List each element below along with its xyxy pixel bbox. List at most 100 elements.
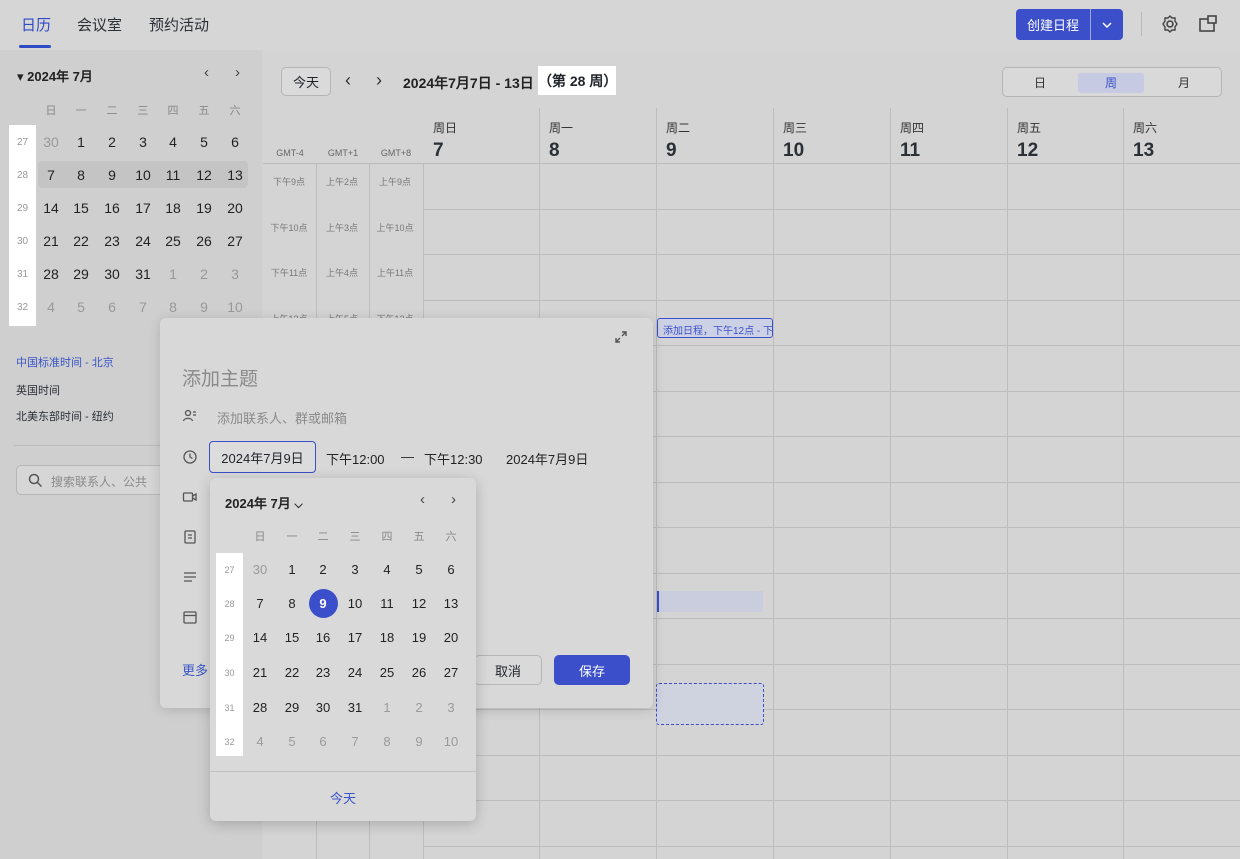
- day-header-number[interactable]: 7: [433, 140, 444, 162]
- cancel-button[interactable]: 取消: [474, 655, 542, 685]
- prev-week-icon[interactable]: ‹: [345, 70, 351, 91]
- mini-day-cell[interactable]: 2: [97, 134, 127, 150]
- picker-day-cell[interactable]: 12: [404, 596, 434, 611]
- mini-next-month-icon[interactable]: ›: [235, 64, 240, 81]
- picker-day-cell[interactable]: 1: [372, 700, 402, 715]
- picker-next-month-icon[interactable]: ›: [451, 491, 456, 508]
- picker-day-cell[interactable]: 18: [372, 630, 402, 645]
- event-block[interactable]: [657, 591, 763, 612]
- day-header-number[interactable]: 8: [549, 140, 560, 162]
- picker-day-cell[interactable]: 26: [404, 665, 434, 680]
- picker-day-cell[interactable]: 2: [404, 700, 434, 715]
- picker-day-cell[interactable]: 3: [436, 700, 466, 715]
- mini-day-cell[interactable]: 1: [66, 134, 96, 150]
- view-day-button[interactable]: 日: [1007, 73, 1073, 93]
- picker-day-cell[interactable]: 9: [308, 596, 338, 611]
- draft-event-chip[interactable]: 添加日程，下午12点 - 下午12:30: [657, 318, 773, 338]
- picker-day-cell[interactable]: 5: [277, 734, 307, 749]
- picker-day-cell[interactable]: 21: [245, 665, 275, 680]
- picker-today-button[interactable]: 今天: [210, 788, 476, 807]
- mini-day-cell[interactable]: 15: [66, 200, 96, 216]
- picker-day-cell[interactable]: 15: [277, 630, 307, 645]
- picker-day-cell[interactable]: 2: [308, 562, 338, 577]
- mini-day-cell[interactable]: 18: [158, 200, 188, 216]
- picker-day-cell[interactable]: 10: [340, 596, 370, 611]
- gear-icon[interactable]: [1159, 13, 1181, 35]
- picker-day-cell[interactable]: 6: [436, 562, 466, 577]
- picker-day-cell[interactable]: 8: [372, 734, 402, 749]
- picker-day-cell[interactable]: 31: [340, 700, 370, 715]
- mini-day-cell[interactable]: 5: [189, 134, 219, 150]
- mini-day-cell[interactable]: 31: [128, 266, 158, 282]
- mini-day-cell[interactable]: 10: [128, 167, 158, 183]
- picker-day-cell[interactable]: 6: [308, 734, 338, 749]
- picker-day-cell[interactable]: 20: [436, 630, 466, 645]
- mini-day-cell[interactable]: 7: [128, 299, 158, 315]
- mini-day-cell[interactable]: 25: [158, 233, 188, 249]
- picker-day-cell[interactable]: 30: [245, 562, 275, 577]
- picker-day-cell[interactable]: 9: [404, 734, 434, 749]
- picker-day-cell[interactable]: 5: [404, 562, 434, 577]
- mini-day-cell[interactable]: 6: [220, 134, 250, 150]
- view-week-button[interactable]: 周: [1078, 73, 1144, 93]
- mini-day-cell[interactable]: 11: [158, 167, 188, 183]
- day-header-number[interactable]: 10: [783, 140, 804, 162]
- mini-day-cell[interactable]: 29: [66, 266, 96, 282]
- picker-day-cell[interactable]: 16: [308, 630, 338, 645]
- expand-icon[interactable]: [614, 330, 628, 344]
- attendee-input[interactable]: 添加联系人、群或邮箱: [217, 408, 347, 427]
- mini-day-cell[interactable]: 23: [97, 233, 127, 249]
- picker-day-cell[interactable]: 22: [277, 665, 307, 680]
- timezone-us-east[interactable]: 北美东部时间 - 纽约: [16, 408, 114, 424]
- tab-booking-events[interactable]: 预约活动: [149, 14, 209, 35]
- picker-day-cell[interactable]: 28: [245, 700, 275, 715]
- day-header-number[interactable]: 9: [666, 140, 677, 162]
- day-header-number[interactable]: 12: [1017, 140, 1038, 162]
- mini-day-cell[interactable]: 9: [97, 167, 127, 183]
- create-event-label[interactable]: 创建日程: [1016, 9, 1091, 40]
- mini-day-cell[interactable]: 2: [189, 266, 219, 282]
- mini-day-cell[interactable]: 12: [189, 167, 219, 183]
- start-time-field[interactable]: 下午12:00: [326, 449, 385, 468]
- mini-day-cell[interactable]: 6: [97, 299, 127, 315]
- timezone-uk[interactable]: 英国时间: [16, 382, 60, 398]
- save-button[interactable]: 保存: [554, 655, 630, 685]
- end-time-field[interactable]: 下午12:30: [424, 449, 483, 468]
- mini-day-cell[interactable]: 17: [128, 200, 158, 216]
- mini-day-cell[interactable]: 20: [220, 200, 250, 216]
- view-month-button[interactable]: 月: [1151, 73, 1217, 93]
- mini-day-cell[interactable]: 7: [36, 167, 66, 183]
- mini-day-cell[interactable]: 5: [66, 299, 96, 315]
- mini-day-cell[interactable]: 4: [36, 299, 66, 315]
- timezone-primary[interactable]: 中国标准时间 - 北京: [16, 354, 114, 370]
- search-input[interactable]: 搜索联系人、公共: [16, 465, 166, 495]
- picker-day-cell[interactable]: 29: [277, 700, 307, 715]
- picker-prev-month-icon[interactable]: ‹: [420, 491, 425, 508]
- picker-day-cell[interactable]: 8: [277, 596, 307, 611]
- picker-day-cell[interactable]: 24: [340, 665, 370, 680]
- mini-day-cell[interactable]: 3: [128, 134, 158, 150]
- today-button[interactable]: 今天: [281, 67, 331, 96]
- chevron-down-icon[interactable]: [1091, 9, 1123, 40]
- mini-day-cell[interactable]: 28: [36, 266, 66, 282]
- mini-day-cell[interactable]: 30: [36, 134, 66, 150]
- mini-day-cell[interactable]: 1: [158, 266, 188, 282]
- mini-day-cell[interactable]: 22: [66, 233, 96, 249]
- mini-calendar-title[interactable]: ▾ 2024年 7月: [17, 66, 93, 85]
- tab-calendar[interactable]: 日历: [21, 14, 51, 35]
- picker-day-cell[interactable]: 25: [372, 665, 402, 680]
- mini-prev-month-icon[interactable]: ‹: [204, 64, 209, 81]
- tab-meeting-rooms[interactable]: 会议室: [77, 14, 122, 35]
- mini-day-cell[interactable]: 14: [36, 200, 66, 216]
- mini-day-cell[interactable]: 9: [189, 299, 219, 315]
- create-event-button[interactable]: 创建日程: [1016, 9, 1123, 40]
- picker-day-cell[interactable]: 30: [308, 700, 338, 715]
- mini-day-cell[interactable]: 3: [220, 266, 250, 282]
- mini-day-cell[interactable]: 26: [189, 233, 219, 249]
- mini-day-cell[interactable]: 27: [220, 233, 250, 249]
- mini-day-cell[interactable]: 16: [97, 200, 127, 216]
- picker-day-cell[interactable]: 14: [245, 630, 275, 645]
- picker-day-cell[interactable]: 13: [436, 596, 466, 611]
- picker-day-cell[interactable]: 4: [245, 734, 275, 749]
- mini-day-cell[interactable]: 30: [97, 266, 127, 282]
